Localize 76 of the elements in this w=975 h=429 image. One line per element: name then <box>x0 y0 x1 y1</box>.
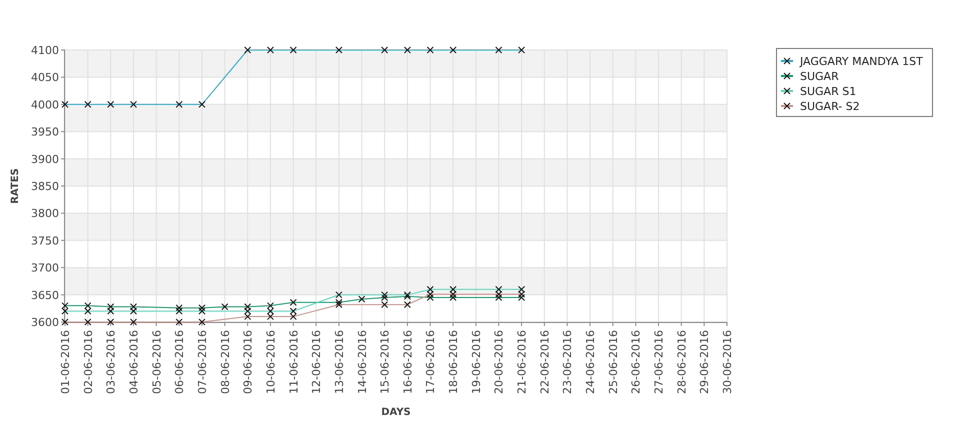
x-tick-label: 09-06-2016 <box>242 330 255 394</box>
point-marker <box>266 46 274 54</box>
y-tick-label: 4050 <box>31 71 59 84</box>
point-marker <box>358 296 366 303</box>
x-tick-label: 08-06-2016 <box>218 330 232 394</box>
x-tick-label: 16-06-2016 <box>401 330 414 394</box>
point-marker <box>426 46 434 54</box>
point-marker <box>176 318 183 326</box>
point-marker <box>62 318 68 326</box>
point-marker <box>176 100 183 108</box>
x-tick-label: 18-06-2016 <box>447 330 460 394</box>
y-tick-label: 3650 <box>31 288 59 302</box>
y-tick-label: 4000 <box>31 98 59 112</box>
y-tick-label: 4100 <box>31 44 59 57</box>
point-marker <box>130 318 137 326</box>
x-tick-label: 15-06-2016 <box>378 330 392 394</box>
x-tick-label: 12-06-2016 <box>310 330 324 394</box>
x-tick-label: 11-06-2016 <box>287 330 300 394</box>
x-tick-label: 19-06-2016 <box>470 330 483 394</box>
legend-label: SUGAR <box>800 70 839 83</box>
point-marker <box>404 46 411 54</box>
legend-swatch-icon <box>781 88 793 94</box>
legend-label: JAGGARY MANDYA 1ST <box>800 55 923 68</box>
y-tick-label: 3700 <box>31 262 59 275</box>
point-marker <box>84 318 92 326</box>
x-tick-label: 14-06-2016 <box>356 330 369 394</box>
legend-swatch-icon <box>781 72 793 80</box>
y-tick-label: 3750 <box>31 234 59 248</box>
x-tick-label: 07-06-2016 <box>196 330 209 394</box>
point-marker <box>221 303 228 310</box>
x-tick-label: 30-06-2016 <box>721 330 734 394</box>
x-tick-label: 21-06-2016 <box>516 330 529 394</box>
point-marker <box>198 318 206 326</box>
point-marker <box>335 46 342 54</box>
point-marker <box>130 100 137 108</box>
y-tick-label: 3950 <box>31 126 59 139</box>
point-marker <box>381 46 388 54</box>
x-tick-label: 02-06-2016 <box>82 330 95 394</box>
point-marker <box>450 46 457 54</box>
point-marker <box>244 46 252 54</box>
x-tick-label: 03-06-2016 <box>104 330 118 394</box>
legend-swatch-icon <box>781 102 793 110</box>
x-tick-label: 26-06-2016 <box>630 330 643 394</box>
y-tick-label: 3850 <box>31 180 59 193</box>
y-tick-label: 3900 <box>31 152 59 166</box>
point-marker <box>290 46 297 54</box>
x-tick-label: 17-06-2016 <box>424 330 438 394</box>
x-tick-label: 22-06-2016 <box>538 330 552 394</box>
x-tick-label: 24-06-2016 <box>584 330 598 394</box>
point-marker <box>518 46 526 54</box>
point-marker <box>107 100 114 108</box>
point-marker <box>62 100 68 108</box>
x-tick-label: 01-06-2016 <box>59 330 72 394</box>
point-marker <box>495 46 502 54</box>
legend-label: SUGAR S1 <box>800 85 856 98</box>
x-tick-label: 28-06-2016 <box>675 330 688 394</box>
x-tick-label: 10-06-2016 <box>264 330 278 394</box>
x-tick-label: 29-06-2016 <box>698 330 712 394</box>
point-marker <box>107 318 114 326</box>
point-marker <box>84 100 92 108</box>
point-marker <box>290 298 297 306</box>
point-marker <box>198 100 206 108</box>
x-tick-label: 25-06-2016 <box>606 330 620 394</box>
y-axis-title: RATES <box>10 168 21 204</box>
x-tick-label: 13-06-2016 <box>332 330 346 394</box>
x-tick-label: 05-06-2016 <box>150 330 164 394</box>
x-axis-title: DAYS <box>381 407 411 418</box>
x-tick-label: 27-06-2016 <box>652 330 666 394</box>
legend-swatch-icon <box>781 58 793 64</box>
x-tick-label: 20-06-2016 <box>492 330 506 394</box>
x-tick-label: 23-06-2016 <box>561 330 574 394</box>
x-tick-label: 04-06-2016 <box>127 330 140 394</box>
x-tick-label: 06-06-2016 <box>173 330 186 394</box>
y-tick-label: 3600 <box>31 316 59 329</box>
y-tick-label: 3800 <box>31 207 59 220</box>
legend-label: SUGAR- S2 <box>800 100 860 113</box>
